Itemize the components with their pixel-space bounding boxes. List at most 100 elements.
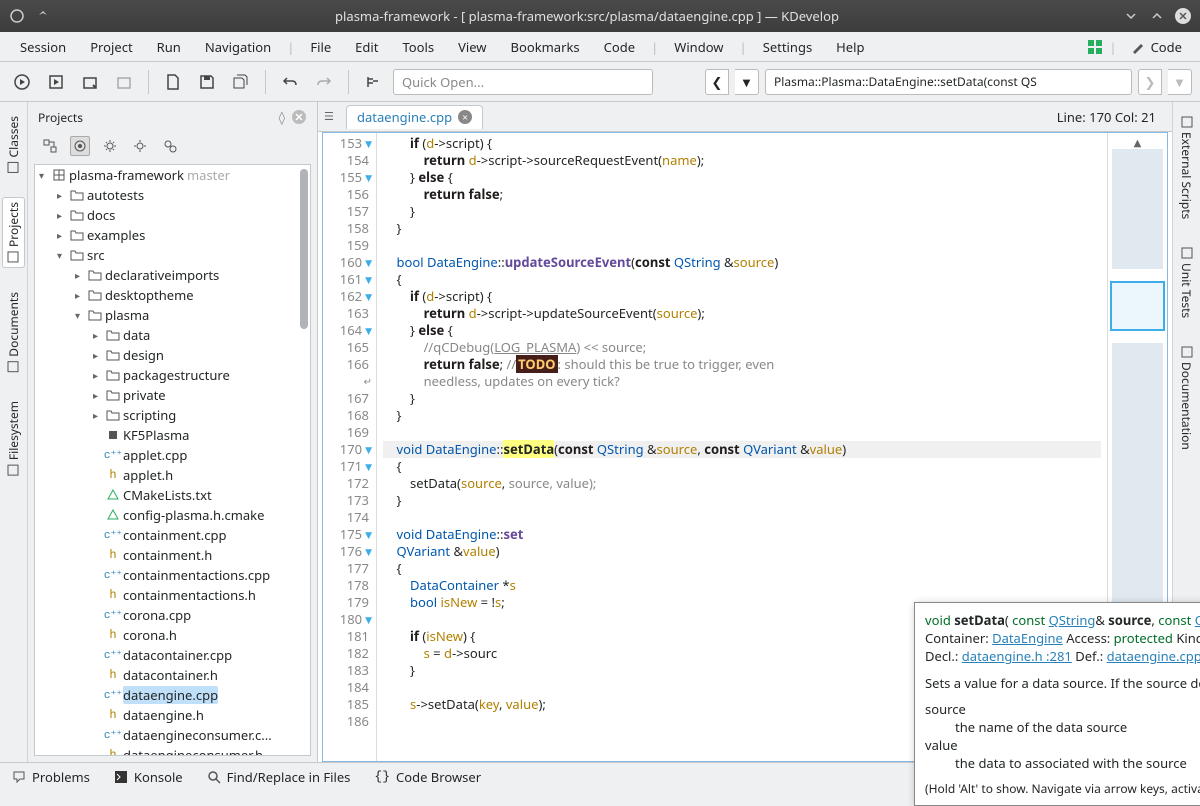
- tree-scrollbar[interactable]: [300, 169, 308, 329]
- nav-history-dropdown[interactable]: ▼: [735, 69, 759, 95]
- quick-open-input[interactable]: Quick Open...: [393, 69, 653, 95]
- nav-forward-dropdown[interactable]: ▼: [1168, 69, 1192, 95]
- tree-item[interactable]: c⁺⁺dataengine.cpp: [93, 685, 310, 705]
- menu-project[interactable]: Project: [80, 34, 142, 60]
- build-icon[interactable]: [76, 68, 104, 96]
- dock-tab-documentation[interactable]: Documentation: [1176, 342, 1197, 454]
- code-browser-button[interactable]: {}Code Browser: [374, 768, 481, 786]
- grid-icon[interactable]: [1087, 39, 1103, 55]
- tree-item[interactable]: hcontainment.h: [93, 545, 310, 565]
- tree-item[interactable]: config-plasma.h.cmake: [93, 505, 310, 525]
- nav-back-button[interactable]: ❮: [705, 69, 729, 95]
- menu-edit[interactable]: Edit: [345, 34, 388, 60]
- build-gear-icon[interactable]: [130, 136, 150, 156]
- tree-item[interactable]: hdataengineconsumer.h: [93, 745, 310, 756]
- tree-item[interactable]: ▸declarativeimports: [75, 265, 310, 285]
- tooltip-type-link[interactable]: QString: [1049, 611, 1096, 629]
- tree-item[interactable]: ▾plasma: [75, 305, 310, 325]
- debug-icon[interactable]: [42, 68, 70, 96]
- new-file-icon[interactable]: [159, 68, 187, 96]
- execute-icon[interactable]: [8, 68, 36, 96]
- tree-item[interactable]: ▸private: [93, 385, 310, 405]
- tooltip-container-link[interactable]: DataEngine: [992, 629, 1063, 647]
- dock-tab-documents[interactable]: Documents: [3, 288, 24, 377]
- editor-tab[interactable]: dataengine.cpp ×: [346, 105, 483, 129]
- scroll-up-icon[interactable]: ▲: [1108, 135, 1167, 149]
- close-panel-icon[interactable]: [291, 109, 307, 125]
- sync-tree-icon[interactable]: [40, 136, 60, 156]
- tree-item[interactable]: ▸docs: [57, 205, 310, 225]
- tree-item[interactable]: hcontainmentactions.h: [93, 585, 310, 605]
- tree-item[interactable]: CMakeLists.txt: [93, 485, 310, 505]
- breadcrumb[interactable]: Plasma::Plasma::DataEngine::setData(cons…: [765, 69, 1132, 95]
- minimize-icon[interactable]: [1122, 7, 1140, 25]
- menu-settings[interactable]: Settings: [753, 34, 822, 60]
- dock-tab-unit-tests[interactable]: Unit Tests: [1176, 243, 1197, 322]
- tree-item[interactable]: c⁺⁺datacontainer.cpp: [93, 645, 310, 665]
- tooltip-type-link[interactable]: QVariant: [1195, 611, 1200, 629]
- pin-icon[interactable]: [34, 7, 52, 25]
- tree-item[interactable]: ▸data: [93, 325, 310, 345]
- menu-session[interactable]: Session: [10, 34, 76, 60]
- code-editor: ☰ dataengine.cpp × Line: 170 Col: 21 153…: [318, 102, 1172, 762]
- tree-item[interactable]: hdatacontainer.h: [93, 665, 310, 685]
- settings-gear-icon[interactable]: [100, 136, 120, 156]
- tree-item[interactable]: c⁺⁺containment.cpp: [93, 525, 310, 545]
- run-gear-icon[interactable]: [160, 136, 180, 156]
- tree-item[interactable]: ▸design: [93, 345, 310, 365]
- stop-icon[interactable]: [110, 68, 138, 96]
- problems-button[interactable]: Problems: [12, 768, 90, 786]
- code-mode-button[interactable]: Code: [1123, 36, 1190, 58]
- menu-help[interactable]: Help: [826, 34, 874, 60]
- tree-item[interactable]: ▸desktoptheme: [75, 285, 310, 305]
- tree-item[interactable]: happlet.h: [93, 465, 310, 485]
- menu-bookmarks[interactable]: Bookmarks: [501, 34, 590, 60]
- tree-root[interactable]: ▾plasma-framework master: [39, 165, 310, 185]
- projects-toolbar: [28, 132, 317, 164]
- close-tab-icon[interactable]: ×: [458, 110, 472, 124]
- outline-icon[interactable]: [359, 68, 387, 96]
- tree-item[interactable]: hdataengine.h: [93, 705, 310, 725]
- projects-tree[interactable]: ▾plasma-framework master▸autotests▸docs▸…: [34, 164, 311, 756]
- tree-item[interactable]: c⁺⁺containmentactions.cpp: [93, 565, 310, 585]
- undo-icon[interactable]: [276, 68, 304, 96]
- tree-item[interactable]: ▸packagestructure: [93, 365, 310, 385]
- tree-item[interactable]: c⁺⁺corona.cpp: [93, 605, 310, 625]
- dock-tab-classes[interactable]: Classes: [3, 112, 24, 177]
- konsole-button[interactable]: Konsole: [114, 768, 183, 786]
- tooltip-def-link[interactable]: dataengine.cpp :170: [1107, 647, 1200, 665]
- nav-forward-button[interactable]: ❯: [1138, 69, 1162, 95]
- app-menu-icon[interactable]: [8, 7, 26, 25]
- menu-run[interactable]: Run: [147, 34, 191, 60]
- tab-list-icon[interactable]: ☰: [324, 109, 340, 124]
- find-replace-button[interactable]: Find/Replace in Files: [207, 768, 351, 786]
- menu-navigation[interactable]: Navigation: [195, 34, 281, 60]
- maximize-icon[interactable]: [1148, 7, 1166, 25]
- target-tree-icon[interactable]: [70, 136, 90, 156]
- tooltip-decl-link[interactable]: dataengine.h :281: [962, 647, 1072, 665]
- menu-view[interactable]: View: [448, 34, 496, 60]
- dock-tab-external-scripts[interactable]: External Scripts: [1176, 112, 1197, 223]
- menu-file[interactable]: File: [300, 34, 341, 60]
- tree-item[interactable]: ▾src: [57, 245, 310, 265]
- line-gutter[interactable]: 153 ▼154 155 ▼156 157 158 159 160 ▼161 ▼…: [323, 133, 377, 761]
- tree-item[interactable]: c⁺⁺dataengineconsumer.c...: [93, 725, 310, 745]
- save-all-icon[interactable]: [227, 68, 255, 96]
- menubar: SessionProjectRunNavigation|FileEditTool…: [0, 32, 1200, 62]
- detach-icon[interactable]: ◊: [279, 108, 285, 126]
- tree-item[interactable]: ▸examples: [57, 225, 310, 245]
- menu-window[interactable]: Window: [664, 34, 733, 60]
- tree-item[interactable]: ▸autotests: [57, 185, 310, 205]
- menu-tools[interactable]: Tools: [392, 34, 444, 60]
- tree-item[interactable]: KF5Plasma: [93, 425, 310, 445]
- redo-icon[interactable]: [310, 68, 338, 96]
- tree-item[interactable]: c⁺⁺applet.cpp: [93, 445, 310, 465]
- save-icon[interactable]: [193, 68, 221, 96]
- close-icon[interactable]: [1174, 7, 1192, 25]
- dock-tab-filesystem[interactable]: Filesystem: [3, 397, 24, 480]
- menu-code[interactable]: Code: [594, 34, 645, 60]
- minimap-viewport[interactable]: [1110, 281, 1165, 331]
- dock-tab-projects[interactable]: Projects: [2, 197, 25, 268]
- tree-item[interactable]: hcorona.h: [93, 625, 310, 645]
- tree-item[interactable]: ▸scripting: [93, 405, 310, 425]
